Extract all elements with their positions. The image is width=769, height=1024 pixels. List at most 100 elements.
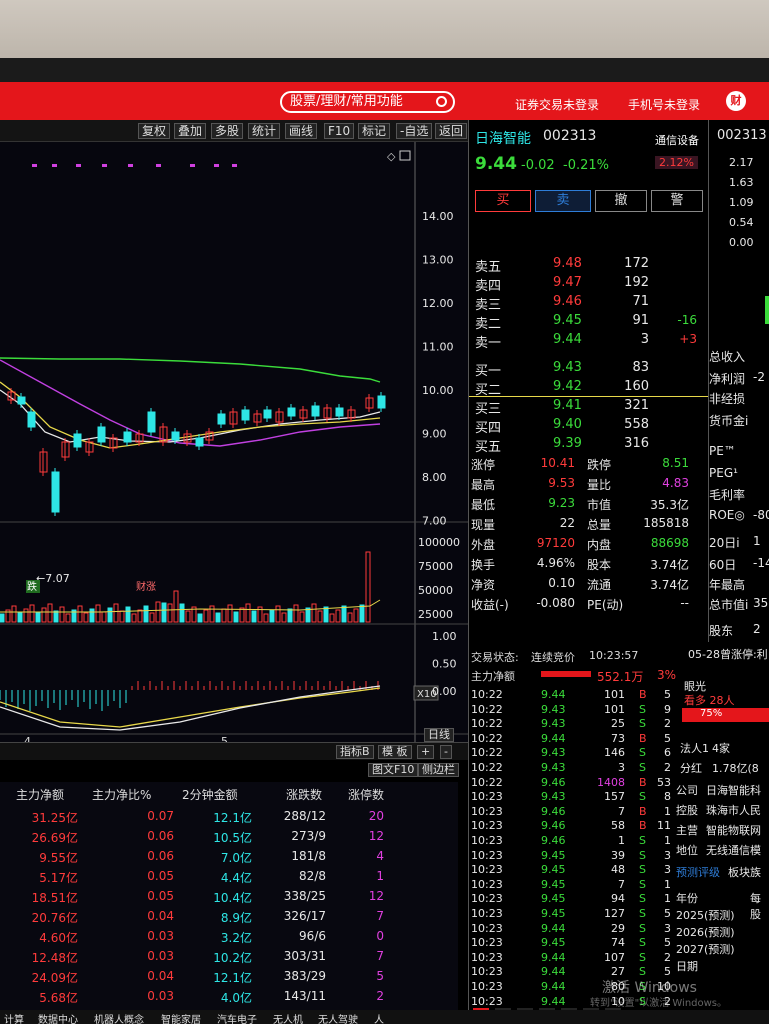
sector-tab[interactable]: 智能家居 <box>161 1011 201 1024</box>
side-label: 股东 <box>709 624 734 638</box>
tool-draw-line[interactable]: 画线 <box>285 123 318 139</box>
stock-name: 日海智能 <box>475 131 531 147</box>
col-up-down[interactable]: 涨跌数 <box>286 786 322 803</box>
tool-watchlist[interactable]: -自选 <box>396 123 433 139</box>
bid-price[interactable]: 9.41 <box>553 398 582 413</box>
f10-graphic-button[interactable]: 图文F10 <box>368 763 419 777</box>
ask-price[interactable]: 9.45 <box>553 313 582 328</box>
chart-diamond-icon[interactable]: ◇ <box>387 150 396 163</box>
zoom-out-button[interactable]: - <box>440 745 452 759</box>
side-scale-value: 0.54 <box>729 216 754 229</box>
flow-cell: 96/6 <box>299 929 326 943</box>
col-limit-up[interactable]: 涨停数 <box>348 786 384 803</box>
cancel-order-button[interactable]: 撤 <box>595 190 647 212</box>
sector-tab[interactable]: 无人机 <box>273 1011 303 1024</box>
side-value: 2 <box>753 622 761 636</box>
buy-button[interactable]: 买 <box>475 190 531 212</box>
volume-bar <box>89 608 95 623</box>
price-tick: 9.00 <box>422 428 447 441</box>
kline-chart[interactable]: ◇ 14.0013.0012.0011.0010.009.008.007.00 … <box>0 142 468 742</box>
flow-cell: 9.55亿 <box>39 851 78 865</box>
sidebar-button[interactable]: 侧边栏 <box>418 763 459 777</box>
tick-price: 9.46 <box>541 804 566 818</box>
info-value: 智能物联网 <box>706 824 761 837</box>
price-tick: 11.00 <box>422 341 454 354</box>
sector-tab[interactable]: 数据中心 <box>38 1011 78 1024</box>
search-input[interactable]: 股票/理财/常用功能 <box>280 91 455 113</box>
stat-value: 10.41 <box>540 456 575 470</box>
indicator-button[interactable]: 指标B <box>336 745 374 759</box>
candle-body <box>123 431 132 443</box>
tool-overlay[interactable]: 叠加 <box>174 123 207 139</box>
tool-stats[interactable]: 统计 <box>248 123 281 139</box>
bid-price[interactable]: 9.39 <box>553 436 582 451</box>
ask-price[interactable]: 9.44 <box>553 332 582 347</box>
phone-login-link[interactable]: 手机号未登录 <box>628 96 700 113</box>
tool-f10[interactable]: F10 <box>324 123 355 139</box>
last-price: 9.44 <box>475 154 517 174</box>
bid-price[interactable]: 9.42 <box>553 379 582 394</box>
sector-link[interactable]: 板块族 <box>728 864 761 880</box>
alert-button[interactable]: 警 <box>651 190 703 212</box>
sell-button[interactable]: 卖 <box>535 190 591 212</box>
info-value: 无线通信模 <box>706 844 761 857</box>
tick-side: S <box>639 863 646 877</box>
tick-count: 2 <box>664 717 671 731</box>
sector-tab[interactable]: 机器人概念 <box>94 1011 144 1024</box>
flow-cell: 0.04 <box>147 969 174 983</box>
trade-login-link[interactable]: 证券交易未登录 <box>515 96 599 113</box>
ask-price[interactable]: 9.46 <box>553 294 582 309</box>
tick-volume: 107 <box>604 950 625 964</box>
tick-volume: 101 <box>604 688 625 701</box>
flow-cell: 24.09亿 <box>31 971 78 985</box>
tick-time: 10:22 <box>471 702 503 716</box>
sector-tab[interactable]: 无人驾驶 <box>318 1011 358 1024</box>
side-scale-value: 2.17 <box>729 156 754 169</box>
tick-time: 10:22 <box>471 746 503 760</box>
tick-volume: 58 <box>611 819 625 833</box>
info-value: 日海智能科 <box>706 784 761 797</box>
volume-bar <box>17 612 23 623</box>
col-main-ratio[interactable]: 主力净比% <box>92 786 151 803</box>
tick-side: B <box>639 731 647 745</box>
eps-header: 每股 <box>750 892 761 921</box>
forecast-year: 年份 <box>676 892 698 905</box>
flow-cell: 0.05 <box>147 869 174 883</box>
bid-price[interactable]: 9.40 <box>553 417 582 432</box>
price-change: -0.02 <box>521 158 555 173</box>
app-logo-icon[interactable]: 财 <box>726 91 746 111</box>
daily-line-label[interactable]: 日线 <box>424 728 454 742</box>
tool-multi-stock[interactable]: 多股 <box>211 123 244 139</box>
bid-price[interactable]: 9.43 <box>553 360 582 375</box>
tool-mark[interactable]: 标记 <box>358 123 391 139</box>
flow-cell: 18.51亿 <box>31 891 78 905</box>
sector-tab[interactable]: 汽车电子 <box>217 1011 257 1024</box>
sector-tab[interactable]: 人 <box>374 1011 384 1024</box>
ask-price[interactable]: 9.47 <box>553 275 582 290</box>
stat-label: 内盘 <box>587 538 612 552</box>
tick-time: 10:23 <box>471 848 503 862</box>
tool-restore-rights[interactable]: 复权 <box>138 123 171 139</box>
tool-back[interactable]: 返回 <box>435 123 468 139</box>
candle-body <box>335 407 344 417</box>
forecast-year: 2025(预测) <box>676 909 735 922</box>
col-main-net[interactable]: 主力净额 <box>16 786 64 803</box>
zoom-in-button[interactable]: + <box>417 745 435 759</box>
ask-price[interactable]: 9.48 <box>553 256 582 271</box>
flow-cell: 326/17 <box>283 909 326 923</box>
event-note[interactable]: 05-28曾涨停:利 <box>688 646 768 662</box>
rating-link[interactable]: 预测评级 <box>676 864 720 880</box>
flow-cell: 4.4亿 <box>220 871 252 885</box>
indicator-tick: 1.00 <box>432 630 457 643</box>
col-2min-amount[interactable]: 2分钟金额 <box>182 786 238 803</box>
sector-tab[interactable]: 计算 <box>4 1011 24 1024</box>
template-button[interactable]: 模 板 <box>378 745 412 759</box>
tick-side: S <box>639 790 646 804</box>
industry-label[interactable]: 通信设备 <box>655 132 699 148</box>
volume-bar <box>233 611 239 623</box>
bid-volume: 321 <box>624 398 649 413</box>
candle-body <box>217 413 226 425</box>
order-book-divider <box>469 396 709 397</box>
tick-side: S <box>639 907 646 920</box>
candle-body <box>287 407 296 417</box>
